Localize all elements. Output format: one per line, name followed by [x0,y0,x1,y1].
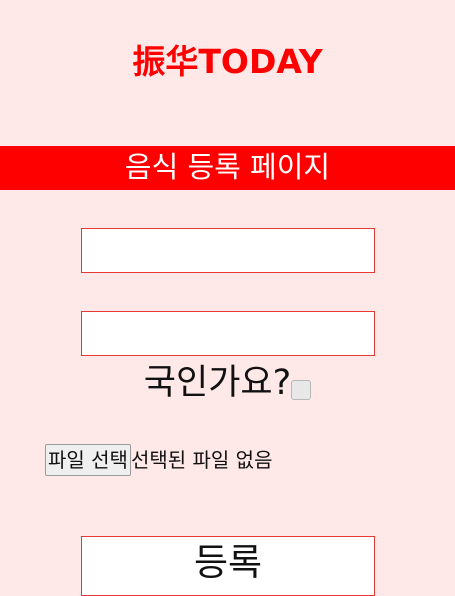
domestic-row: 국인가요? [0,360,455,408]
domestic-checkbox[interactable] [291,380,312,400]
page-banner: 음식 등록 페이지 [0,146,455,190]
domestic-label: 국인가요? [143,363,292,403]
brand-title: 振华TODAY [132,42,323,81]
submit-button[interactable]: 등록 [81,536,375,596]
file-status-text: 선택된 파일 없음 [130,448,273,472]
food-detail-input[interactable] [81,311,375,356]
file-upload: 파일 선택 선택된 파일 없음 [45,444,272,476]
choose-file-button[interactable]: 파일 선택 [45,444,131,476]
food-name-input[interactable] [81,228,375,273]
